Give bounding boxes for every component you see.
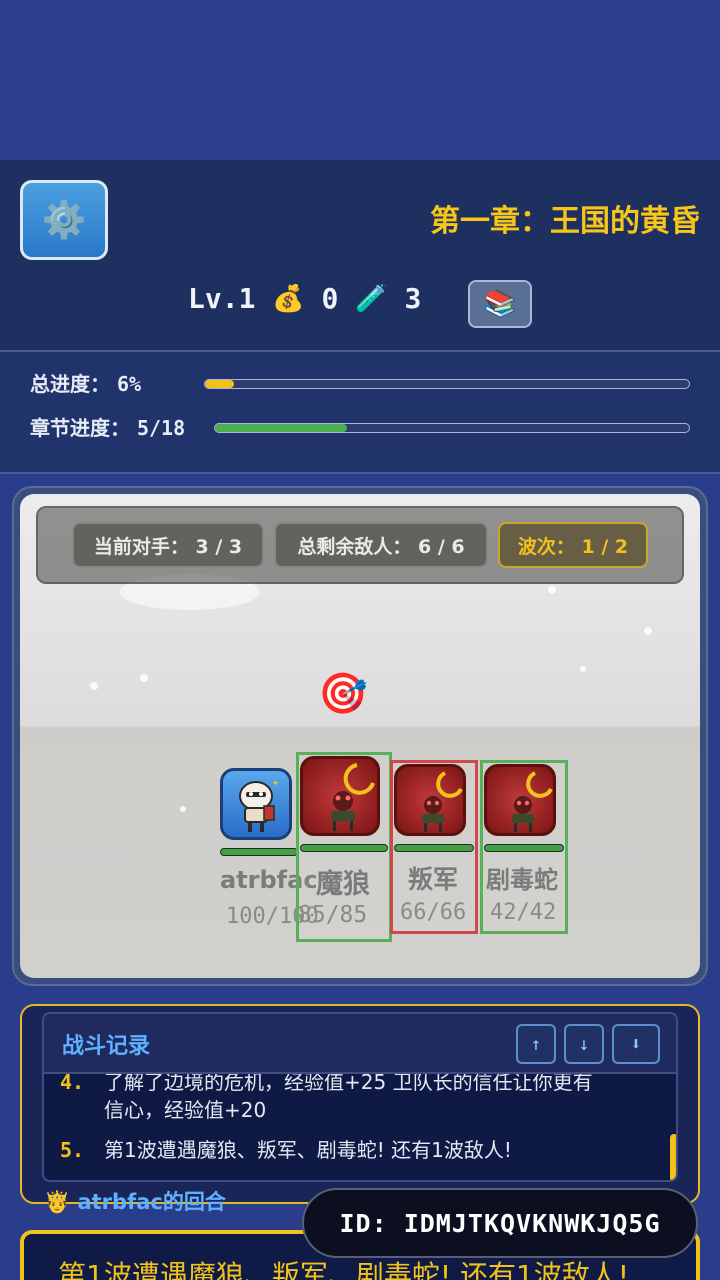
log-entry-text: 信心，经验值+20 [104, 1098, 267, 1122]
snowflake [90, 682, 98, 690]
scroll-bottom-button[interactable]: ⬇ [612, 1024, 660, 1064]
header-panel [0, 160, 720, 350]
wolf-monster-icon [331, 763, 375, 831]
enemy-hp: 42/42 [490, 900, 557, 925]
snowflake [644, 627, 652, 635]
enemy-name: 叛军 [408, 865, 459, 894]
snowflake [548, 586, 556, 594]
snowflake [180, 806, 186, 812]
battle-log-title: 战斗记录 [62, 1034, 151, 1059]
snowflake [140, 674, 148, 682]
top-band [0, 0, 720, 160]
stats-row: Lv.1 💰 0 🧪 3 [188, 282, 421, 315]
gear-icon: ⚙️ [41, 200, 87, 241]
enemy-name: 魔狼 [316, 869, 370, 900]
battle-log-header: 战斗记录 ↑ ↓ ⬇ [44, 1014, 676, 1074]
chapter-progress-value: 5/18 [136, 416, 186, 440]
chapter-progress-label: 章节进度： 5/18 [30, 412, 185, 441]
gold-count: 0 [321, 282, 339, 315]
log-scrollbar[interactable] [670, 1134, 676, 1180]
dart-target-icon: 🎯 [318, 671, 368, 717]
scroll-up-button[interactable]: ↑ [516, 1024, 556, 1064]
total-progress-value: 6% [116, 372, 142, 396]
books-icon: 📚 [483, 289, 517, 319]
enemy-hp: 66/66 [400, 900, 467, 925]
total-progress-label: 总进度： 6% [30, 368, 141, 397]
crown-person-icon: 🤴 [44, 1190, 71, 1214]
chapter-progress-fill [215, 424, 347, 432]
scroll-down-button[interactable]: ↓ [564, 1024, 604, 1064]
enemy-name: 剧毒蛇 [486, 866, 558, 894]
total-progress-title: 总进度： [30, 372, 110, 396]
enemy-hp-bar [300, 844, 388, 852]
svg-text:✦: ✦ [272, 775, 279, 789]
log-entry-number: 5. [60, 1138, 85, 1162]
chapter-progress-title: 章节进度： [30, 416, 130, 440]
total-progress-bar [204, 379, 690, 389]
enemy-portrait [300, 756, 380, 836]
enemy-hp: 85/85 [298, 902, 368, 928]
log-entry: 信心，经验值+20 [60, 1096, 266, 1124]
chapter-title: 第一章：王国的黄昏 [430, 204, 700, 239]
total-progress-fill [205, 380, 235, 388]
log-entry: 5. 第1波遭遇魔狼、叛军、剧毒蛇! 还有1波敌人! [60, 1136, 512, 1164]
player-hp-bar [220, 848, 298, 856]
knight-icon: ✦ [239, 775, 279, 832]
player-portrait: ✦ [220, 768, 292, 840]
potion-count: 3 [404, 282, 422, 315]
enemy-portrait [394, 764, 466, 836]
wave-pill: 波次： 1 / 2 [498, 522, 648, 568]
remaining-enemies-pill: 总剩余敌人： 6 / 6 [274, 522, 488, 568]
turn-text: atrbfac的回合 [77, 1190, 226, 1214]
enemy-hp-bar [484, 844, 564, 852]
level-label: Lv.1 [188, 282, 256, 315]
turn-indicator: 🤴 atrbfac的回合 [44, 1186, 226, 1216]
current-opponent-pill: 当前对手： 3 / 3 [72, 522, 264, 568]
battle-log[interactable]: 4. 了解了边境的危机，经验值+25 卫队长的信任让你更有 信心，经验值+20 5… [42, 1012, 678, 1182]
settings-button[interactable]: ⚙️ [20, 180, 108, 260]
log-entry-text: 第1波遭遇魔狼、叛军、剧毒蛇! 还有1波敌人! [104, 1138, 512, 1162]
test-tube-icon: 🧪 [355, 283, 388, 314]
snowflake [580, 666, 586, 672]
chapter-progress-bar [214, 423, 690, 433]
enemy-portrait [484, 764, 556, 836]
codex-button[interactable]: 📚 [468, 280, 532, 328]
player-id-badge[interactable]: ID: IDMJTKQVKNWKJQ5G [302, 1188, 698, 1258]
money-bag-icon: 💰 [272, 283, 305, 314]
snake-monster-icon [512, 771, 553, 832]
enemy-hp-bar [394, 844, 474, 852]
rebel-monster-icon [422, 771, 463, 832]
